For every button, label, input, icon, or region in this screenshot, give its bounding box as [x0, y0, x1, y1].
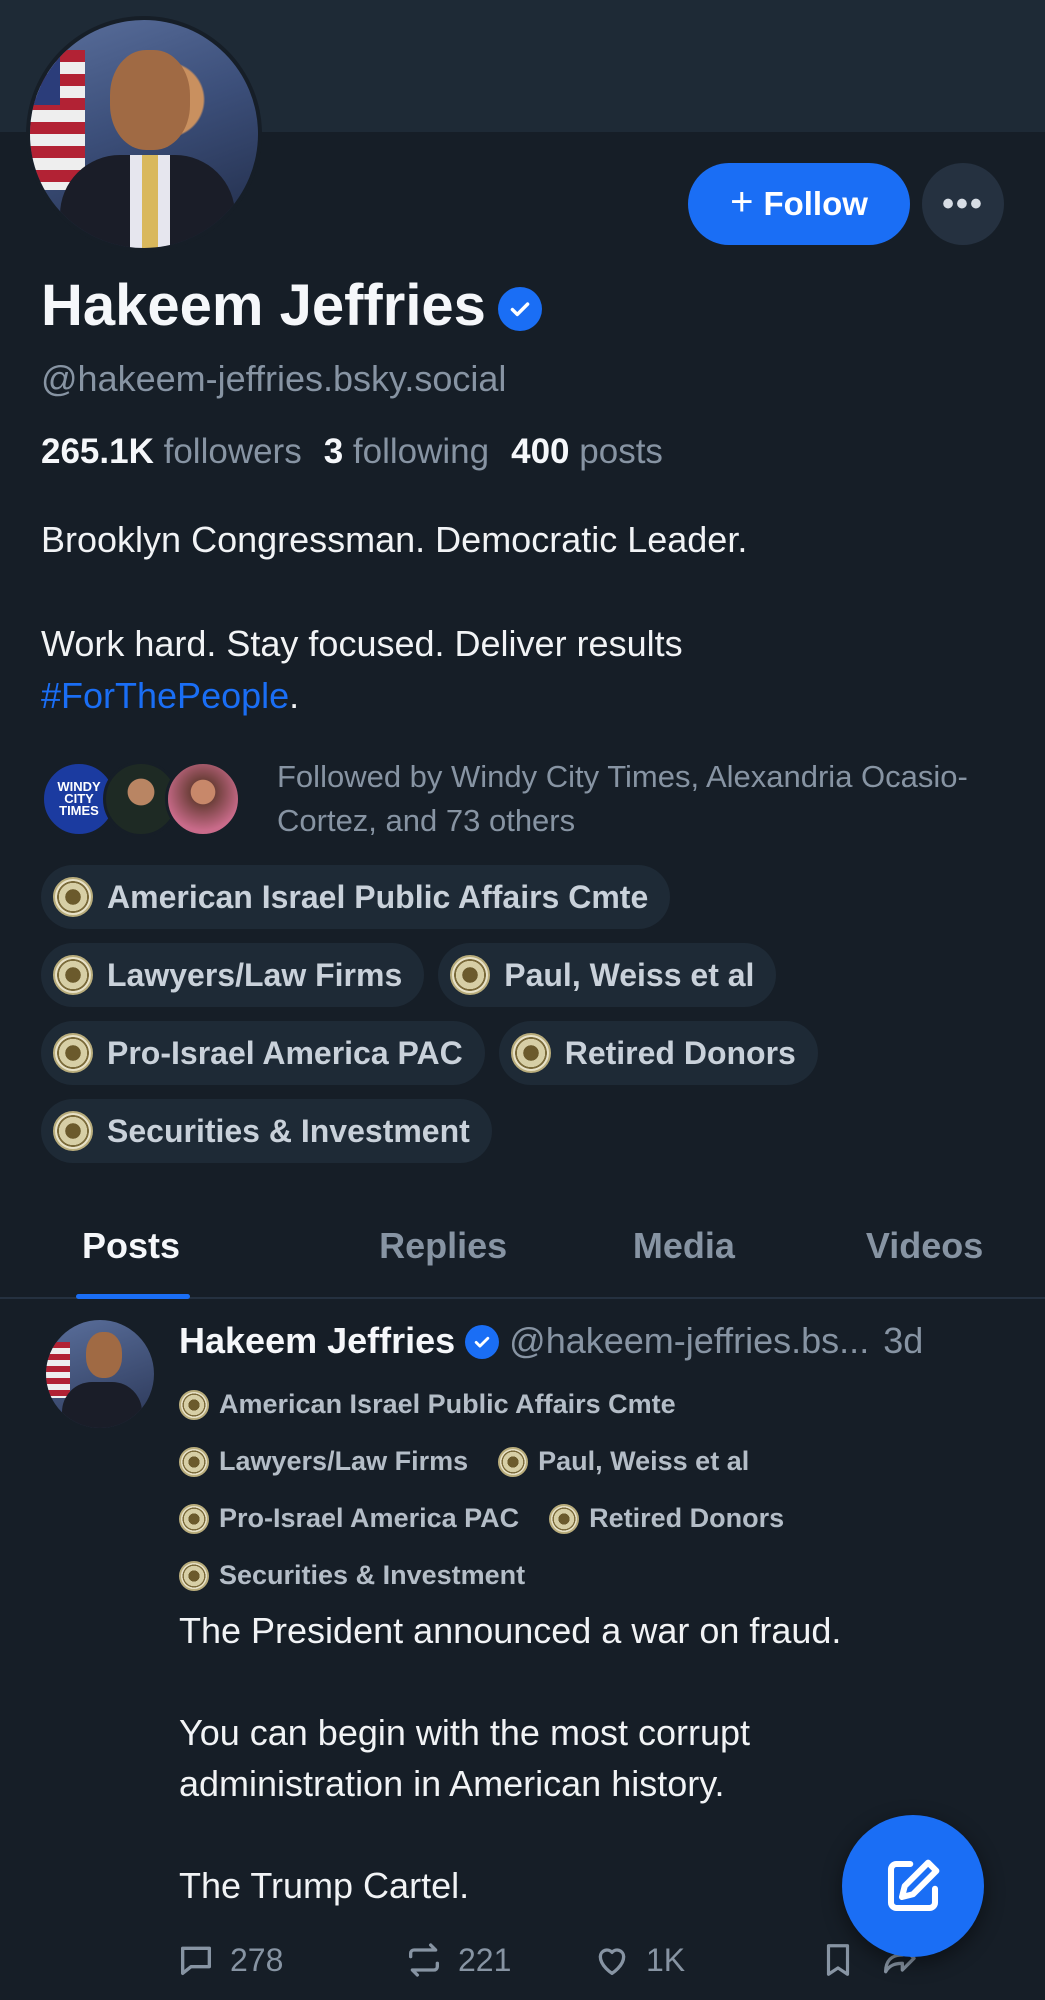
repost-icon — [409, 1943, 439, 1977]
seal-icon — [179, 1560, 209, 1591]
label-chip[interactable]: Securities & Investment — [41, 1099, 492, 1163]
seal-icon — [498, 1446, 529, 1477]
followers-stat[interactable]: 265.1K followers — [41, 432, 302, 472]
label-chip[interactable]: Retired Donors — [498, 1021, 818, 1085]
repost-count: 221 — [458, 1941, 512, 1978]
seal-icon — [53, 1033, 93, 1073]
seal-icon — [450, 955, 491, 995]
reply-count: 278 — [230, 1941, 284, 1978]
post-label[interactable]: American Israel Public Affairs Cmte — [179, 1389, 676, 1420]
like-button[interactable]: 1K — [592, 1940, 819, 1980]
post-label[interactable]: Retired Donors — [549, 1503, 784, 1534]
reply-button[interactable]: 278 — [176, 1940, 404, 1980]
label-chip[interactable]: Lawyers/Law Firms — [41, 943, 425, 1007]
seal-icon — [549, 1503, 580, 1534]
followed-by-row[interactable]: WINDY CITY TIMES Followed by Windy City … — [41, 755, 997, 843]
tab-posts[interactable]: Posts — [0, 1195, 323, 1299]
seal-icon — [179, 1503, 209, 1534]
seal-icon — [53, 877, 93, 917]
follow-label: Follow — [763, 185, 868, 222]
profile-avatar[interactable] — [26, 16, 262, 252]
plus-icon: + — [730, 180, 754, 224]
profile-labels: American Israel Public Affairs Cmte Lawy… — [41, 865, 1021, 1177]
compose-icon — [887, 1859, 940, 1912]
profile-tabs: Posts Replies Media Videos — [0, 1195, 1045, 1299]
post-header: Hakeem Jeffries @hakeem-jeffries.bs... 3… — [179, 1320, 1019, 1362]
profile-handle: @hakeem-jeffries.bsky.social — [41, 358, 507, 399]
post-label[interactable]: Pro-Israel America PAC — [179, 1503, 519, 1534]
like-count: 1K — [646, 1941, 686, 1978]
seal-icon — [179, 1389, 209, 1420]
bookmark-icon — [826, 1944, 850, 1976]
compose-post-button[interactable] — [842, 1815, 984, 1957]
followed-by-text: Followed by Windy City Times, Alexandria… — [277, 759, 968, 838]
follower-avatar — [165, 761, 241, 837]
follow-button[interactable]: + Follow — [688, 163, 910, 245]
profile-stats: 265.1K followers 3 following 400 posts — [41, 432, 663, 472]
more-options-button[interactable]: ••• — [922, 163, 1004, 245]
seal-icon — [53, 955, 93, 995]
seal-icon — [510, 1033, 551, 1073]
bio-line: Work hard. Stay focused. Deliver results — [41, 623, 683, 664]
label-chip[interactable]: American Israel Public Affairs Cmte — [41, 865, 671, 929]
seal-icon — [179, 1446, 209, 1477]
profile-bio: Brooklyn Congressman. Democratic Leader.… — [41, 514, 1001, 722]
heart-icon — [598, 1948, 626, 1975]
label-chip[interactable]: Pro-Israel America PAC — [41, 1021, 485, 1085]
post-author-name[interactable]: Hakeem Jeffries — [179, 1320, 455, 1362]
post-labels: American Israel Public Affairs Cmte Lawy… — [179, 1376, 1019, 1604]
bio-line: Brooklyn Congressman. Democratic Leader. — [41, 519, 748, 560]
tab-videos[interactable]: Videos — [804, 1195, 1045, 1297]
posts-stat: 400 posts — [511, 432, 663, 471]
tab-media[interactable]: Media — [564, 1195, 805, 1297]
post-label[interactable]: Lawyers/Law Firms — [179, 1446, 468, 1477]
reply-icon — [181, 1946, 211, 1975]
bookmark-button[interactable] — [819, 1941, 879, 1979]
hashtag-link[interactable]: #ForThePeople — [41, 675, 289, 716]
verified-check-icon[interactable] — [497, 286, 542, 331]
following-stat[interactable]: 3 following — [324, 432, 489, 472]
seal-icon — [53, 1111, 93, 1151]
verified-check-icon — [465, 1325, 500, 1359]
label-chip[interactable]: Paul, Weiss et al — [438, 943, 777, 1007]
post-paragraph: The President announced a war on fraud. — [179, 1610, 842, 1651]
ellipsis-icon: ••• — [942, 184, 984, 223]
profile-name: Hakeem Jeffries — [41, 273, 486, 338]
post-label[interactable]: Paul, Weiss et al — [498, 1446, 749, 1477]
repost-button[interactable]: 221 — [404, 1940, 592, 1980]
post-label[interactable]: Securities & Investment — [179, 1560, 525, 1591]
post-paragraph: You can begin with the most corrupt admi… — [179, 1712, 751, 1804]
profile-name-row: Hakeem Jeffries — [41, 272, 542, 339]
post-author-handle[interactable]: @hakeem-jeffries.bs... — [509, 1320, 869, 1362]
tab-replies[interactable]: Replies — [323, 1195, 564, 1297]
post-author-avatar[interactable] — [46, 1320, 154, 1428]
post-timestamp[interactable]: 3d — [883, 1320, 923, 1362]
